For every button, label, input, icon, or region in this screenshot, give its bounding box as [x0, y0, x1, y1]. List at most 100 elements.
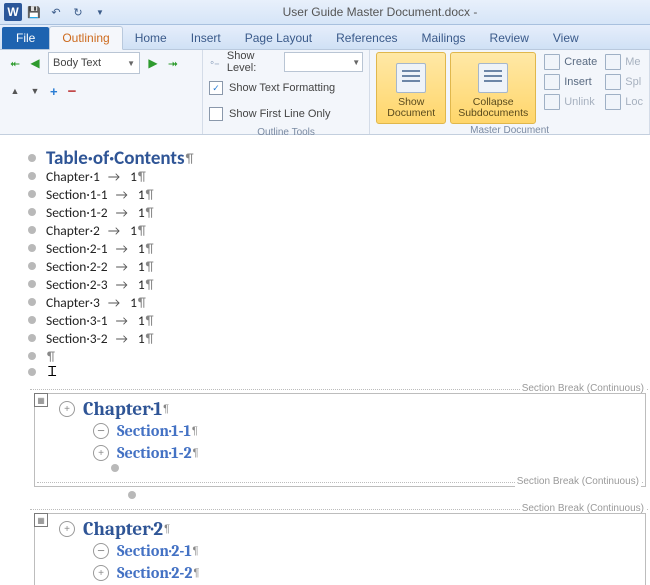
lock-subdoc-button[interactable]: Loc	[605, 92, 643, 112]
show-first-line-only-label: Show First Line Only	[229, 108, 330, 120]
body-bullet-icon	[28, 298, 36, 306]
outline-level-value: Body Text	[53, 57, 101, 69]
body-bullet-icon	[28, 172, 36, 180]
unlink-icon	[544, 94, 560, 110]
body-bullet-icon	[111, 464, 119, 472]
caret-down-icon: ▼	[127, 59, 135, 68]
tab-home[interactable]: Home	[123, 27, 179, 49]
section-break: Section Break (Continuous)	[30, 509, 648, 511]
tab-view[interactable]: View	[541, 27, 591, 49]
toc-entry[interactable]: Section·1-2→1¶	[28, 203, 650, 221]
outline-level-select[interactable]: Body Text ▼	[48, 52, 140, 74]
move-up-icon[interactable]: ▲	[6, 82, 24, 100]
body-bullet-icon	[28, 334, 36, 342]
group-outline-right: ◦₋ Show Level: ▼ ✓ Show Text Formatting …	[203, 50, 370, 134]
split-icon	[605, 74, 621, 90]
section-break: Section Break (Continuous)	[37, 482, 643, 484]
show-level-select[interactable]: ▼	[284, 52, 363, 72]
body-bullet-icon	[28, 280, 36, 288]
show-text-formatting-checkbox[interactable]: ✓	[209, 81, 223, 95]
section-heading[interactable]: Section·1-2	[117, 444, 192, 462]
toc-entry[interactable]: Section·2-1→1¶	[28, 239, 650, 257]
promote-to-heading1-icon[interactable]: ⯬	[6, 54, 24, 72]
collapse-bullet-icon[interactable]: −	[93, 423, 109, 439]
show-text-formatting-label: Show Text Formatting	[229, 82, 335, 94]
body-bullet-icon	[128, 491, 136, 499]
chapter-heading[interactable]: Chapter·1	[83, 398, 162, 420]
promote-icon[interactable]: ◀	[26, 54, 44, 72]
collapse-subdocuments-button[interactable]: Collapse Subdocuments	[450, 52, 536, 124]
show-level-icon: ◦₋	[209, 56, 221, 69]
quick-access-toolbar: W 💾 ↶ ↻ ▼	[0, 2, 114, 22]
redo-icon[interactable]: ↻	[68, 2, 88, 22]
tab-pagelayout[interactable]: Page Layout	[233, 27, 324, 49]
show-document-button[interactable]: Show Document	[376, 52, 446, 124]
show-level-label: Show Level:	[227, 50, 278, 74]
split-subdoc-button[interactable]: Spl	[605, 72, 643, 92]
demote-icon[interactable]: ▶	[144, 54, 162, 72]
subdoc-handle-icon[interactable]: ▦	[34, 513, 48, 527]
tab-references[interactable]: References	[324, 27, 409, 49]
section-heading[interactable]: Section·1-1	[117, 422, 191, 440]
qat-caret-icon[interactable]: ▼	[90, 2, 110, 22]
merge-subdoc-button[interactable]: Me	[605, 52, 643, 72]
title-bar: W 💾 ↶ ↻ ▼ User Guide Master Document.doc…	[0, 0, 650, 25]
ribbon-tabs: File Outlining Home Insert Page Layout R…	[0, 25, 650, 50]
ribbon: ⯬ ◀ Body Text ▼ ▶ ⯮ ▲ ▼ +	[0, 50, 650, 135]
toc-entry[interactable]: Section·2-3→1¶	[28, 275, 650, 293]
toc-entry[interactable]: Section·3-1→1¶	[28, 311, 650, 329]
unlink-subdoc-button[interactable]: Unlink	[544, 92, 597, 112]
section-heading[interactable]: Section·2-2	[117, 564, 192, 582]
toc-entry[interactable]: Section·2-2→1¶	[28, 257, 650, 275]
save-icon[interactable]: 💾	[24, 2, 44, 22]
subdocument[interactable]: ▦+Chapter·1¶−Section·1-1¶+Section·1-2¶Se…	[34, 393, 646, 487]
tab-mailings[interactable]: Mailings	[410, 27, 478, 49]
body-bullet-icon	[28, 316, 36, 324]
toc-title[interactable]: Table·of·Contents	[46, 147, 185, 170]
section-break: Section Break (Continuous)	[30, 389, 648, 391]
show-first-line-only-checkbox[interactable]	[209, 107, 223, 121]
create-subdoc-button[interactable]: Create	[544, 52, 597, 72]
document-title: User Guide Master Document.docx -	[114, 5, 650, 19]
body-bullet-icon	[28, 244, 36, 252]
collapse-subdocs-icon	[478, 63, 508, 93]
subdoc-handle-icon[interactable]: ▦	[34, 393, 48, 407]
group-outline-left: ⯬ ◀ Body Text ▼ ▶ ⯮ ▲ ▼ +	[0, 50, 203, 134]
group-master-document: Show Document Collapse Subdocuments Crea…	[370, 50, 650, 134]
collapse-bullet-icon[interactable]: −	[93, 543, 109, 559]
lock-icon	[605, 94, 621, 110]
word-app-icon[interactable]: W	[4, 3, 22, 21]
tab-outlining[interactable]: Outlining	[49, 26, 122, 50]
body-bullet-icon	[28, 190, 36, 198]
document-body[interactable]: Table·of·Contents¶ Chapter·1→1¶Section·1…	[0, 135, 650, 585]
toc-entry[interactable]: Chapter·1→1¶	[28, 167, 650, 185]
demote-to-body-icon[interactable]: ⯮	[164, 54, 182, 72]
insert-subdoc-button[interactable]: Insert	[544, 72, 597, 92]
toc-entry[interactable]: Section·1-1→1¶	[28, 185, 650, 203]
undo-icon[interactable]: ↶	[46, 2, 66, 22]
toc-entry[interactable]: Section·3-2→1¶	[28, 329, 650, 347]
chapter-heading[interactable]: Chapter·2	[83, 518, 163, 540]
show-document-icon	[396, 63, 426, 93]
create-icon	[544, 54, 560, 70]
move-down-icon[interactable]: ▼	[26, 82, 44, 100]
toc-entry[interactable]: Chapter·2→1¶	[28, 221, 650, 239]
insert-icon	[544, 74, 560, 90]
tab-review[interactable]: Review	[478, 27, 541, 49]
toc-entry[interactable]: Chapter·3→1¶	[28, 293, 650, 311]
section-heading[interactable]: Section·2-1	[117, 542, 192, 560]
body-bullet-icon	[28, 352, 36, 360]
tab-file[interactable]: File	[2, 27, 49, 49]
expand-bullet-icon[interactable]: +	[59, 401, 75, 417]
body-bullet-icon	[28, 262, 36, 270]
expand-bullet-icon[interactable]: +	[93, 445, 109, 461]
expand-bullet-icon[interactable]: +	[93, 565, 109, 581]
subdocument[interactable]: ▦+Chapter·2¶−Section·2-1¶+Section·2-2¶	[34, 513, 646, 585]
tab-insert[interactable]: Insert	[179, 27, 233, 49]
body-bullet-icon	[28, 226, 36, 234]
collapse-icon[interactable]: −	[68, 83, 77, 100]
body-bullet-icon	[28, 154, 36, 162]
expand-bullet-icon[interactable]: +	[59, 521, 75, 537]
expand-icon[interactable]: +	[50, 84, 58, 99]
merge-icon	[605, 54, 621, 70]
